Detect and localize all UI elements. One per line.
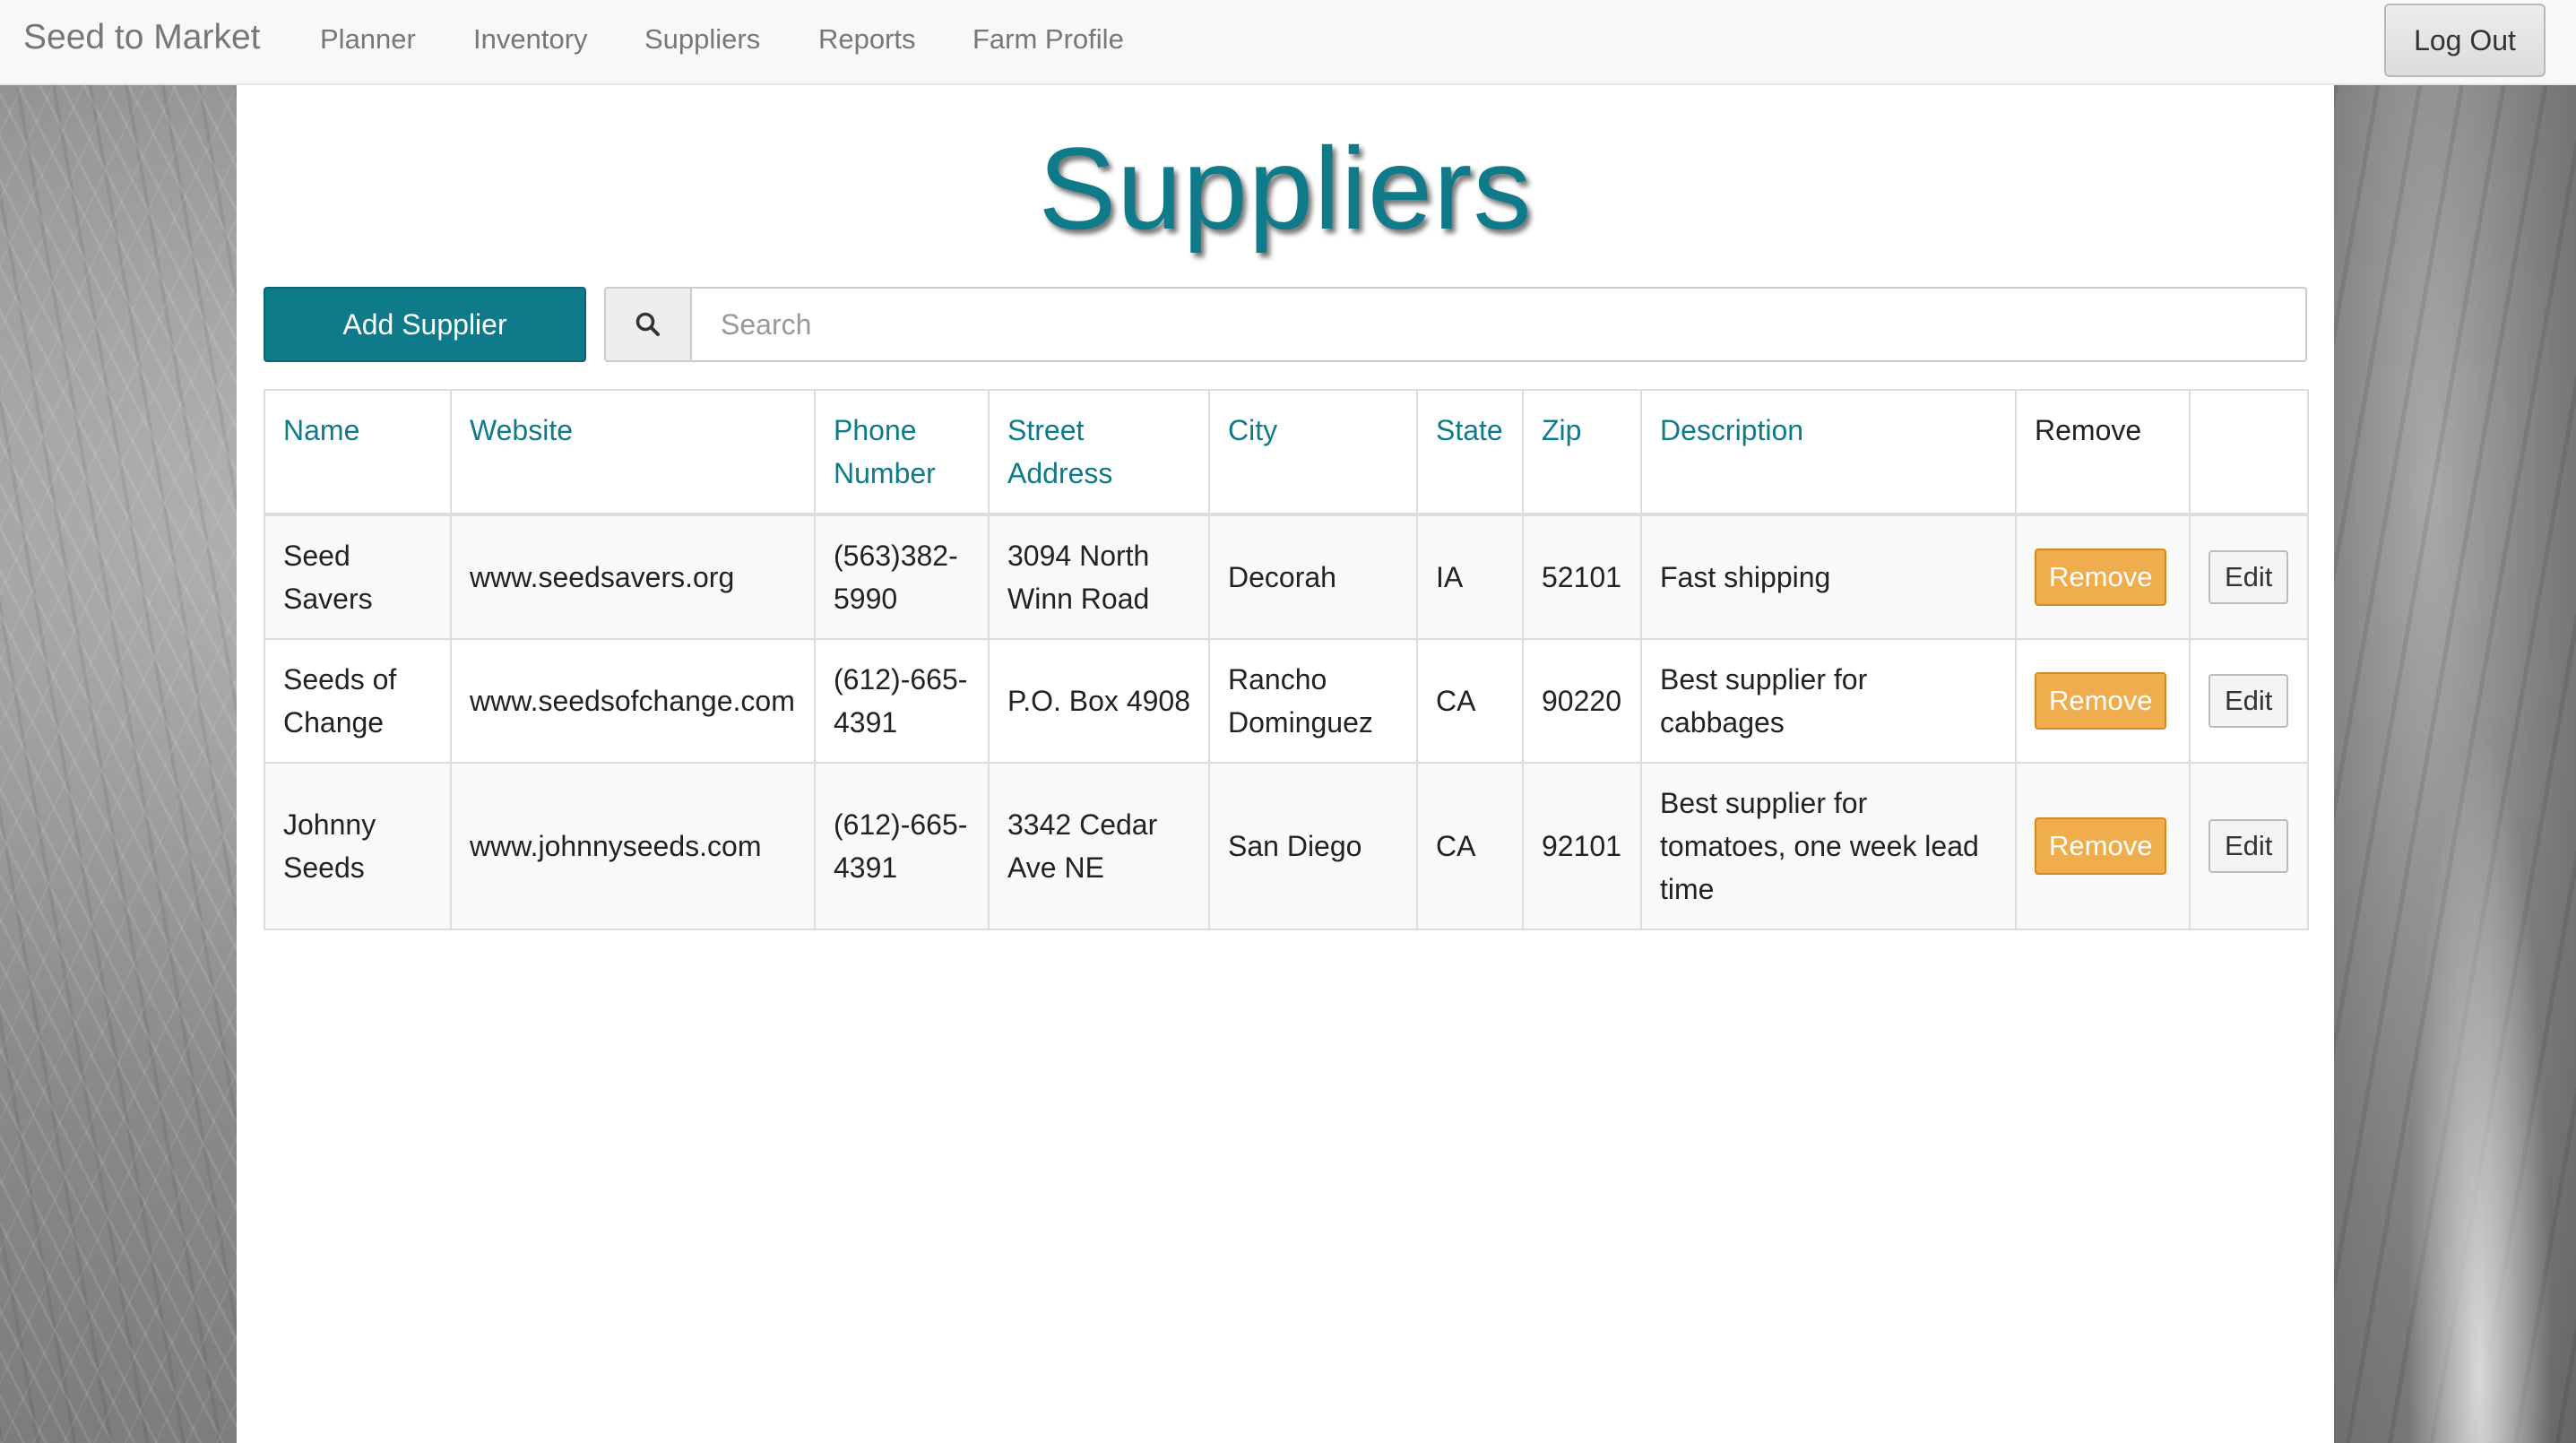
cell-phone: (612)-665-4391 [814,638,990,764]
cell-zip: 52101 [1522,514,1642,640]
cell-website: www.seedsavers.org [450,514,816,640]
table-row: Seed Savers www.seedsavers.org (563)382-… [264,514,2309,640]
suppliers-table: Name Website Phone Number Street Address… [264,389,2309,930]
cell-website: www.johnnyseeds.com [450,762,816,930]
top-navbar: Seed to Market Planner Inventory Supplie… [0,0,2576,85]
remove-button[interactable]: Remove [2035,549,2167,606]
header-street[interactable]: Street Address [988,389,1210,516]
cell-description: Best supplier for cabbages [1640,638,2017,764]
header-state[interactable]: State [1416,389,1524,516]
header-city[interactable]: City [1208,389,1418,516]
cell-zip: 92101 [1522,762,1642,930]
remove-button[interactable]: Remove [2035,817,2167,875]
cell-remove: Remove [2015,762,2191,930]
cell-name: Seed Savers [264,514,452,640]
cell-remove: Remove [2015,638,2191,764]
header-zip[interactable]: Zip [1522,389,1642,516]
cell-edit: Edit [2189,638,2309,764]
cell-street: 3342 Cedar Ave NE [988,762,1210,930]
edit-button[interactable]: Edit [2209,550,2289,604]
cell-description: Fast shipping [1640,514,2017,640]
nav-farm-profile[interactable]: Farm Profile [972,23,1124,56]
header-description[interactable]: Description [1640,389,2017,516]
cell-state: CA [1416,638,1524,764]
search-icon [635,312,660,336]
cell-name: Johnny Seeds [264,762,452,930]
cell-description: Best supplier for tomatoes, one week lea… [1640,762,2017,930]
cell-state: IA [1416,514,1524,640]
cell-city: Rancho Dominguez [1208,638,1418,764]
cell-zip: 90220 [1522,638,1642,764]
cell-city: San Diego [1208,762,1418,930]
header-remove: Remove [2015,389,2191,516]
edit-button[interactable]: Edit [2209,674,2289,728]
cell-edit: Edit [2189,514,2309,640]
table-row: Seeds of Change www.seedsofchange.com (6… [264,638,2309,764]
header-name[interactable]: Name [264,389,452,516]
cell-city: Decorah [1208,514,1418,640]
add-supplier-button[interactable]: Add Supplier [264,287,586,362]
search-addon [604,287,690,362]
search-input[interactable] [690,287,2307,362]
edit-button[interactable]: Edit [2209,819,2289,873]
remove-button[interactable]: Remove [2035,672,2167,730]
cell-remove: Remove [2015,514,2191,640]
cell-edit: Edit [2189,762,2309,930]
header-website[interactable]: Website [450,389,816,516]
table-row: Johnny Seeds www.johnnyseeds.com (612)-6… [264,762,2309,930]
logout-button[interactable]: Log Out [2384,4,2546,77]
cell-phone: (563)382-5990 [814,514,990,640]
cell-name: Seeds of Change [264,638,452,764]
header-phone[interactable]: Phone Number [814,389,990,516]
nav-planner[interactable]: Planner [320,23,416,56]
nav-reports[interactable]: Reports [818,23,916,56]
nav-inventory[interactable]: Inventory [473,23,588,56]
main-panel: Suppliers Add Supplier Name Website Phon… [237,85,2334,1443]
background-image-right [2334,85,2576,1443]
nav-suppliers[interactable]: Suppliers [644,23,760,56]
cell-street: P.O. Box 4908 [988,638,1210,764]
brand-link[interactable]: Seed to Market [23,18,260,57]
cell-state: CA [1416,762,1524,930]
cell-street: 3094 North Winn Road [988,514,1210,640]
cell-phone: (612)-665-4391 [814,762,990,930]
cell-website: www.seedsofchange.com [450,638,816,764]
page-title: Suppliers [1038,123,1533,254]
table-header-row: Name Website Phone Number Street Address… [264,389,2309,516]
header-edit [2189,389,2309,516]
